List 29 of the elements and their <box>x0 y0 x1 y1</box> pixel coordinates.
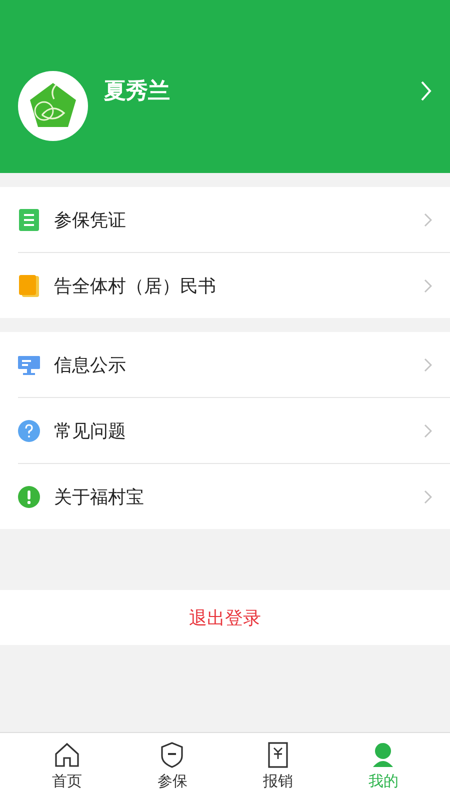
user-name: 夏秀兰 <box>104 78 171 106</box>
chevron-right-icon <box>424 212 432 226</box>
menu-item[interactable]: 常见问题 <box>18 397 450 463</box>
fish-house-logo-icon <box>18 71 88 141</box>
monitor-icon <box>18 354 40 376</box>
tab-item[interactable]: 参保 <box>132 733 212 800</box>
tab-item[interactable]: 报销 <box>238 733 318 800</box>
book-icon <box>18 274 40 296</box>
chevron-right-icon <box>420 80 432 102</box>
tab-item[interactable]: 首页 <box>26 733 107 800</box>
menu-label: 告全体村（居）民书 <box>54 274 217 298</box>
chevron-right-icon <box>424 358 432 372</box>
chevron-right-icon <box>424 490 432 504</box>
menu-label: 常见问题 <box>54 420 127 442</box>
help-icon <box>18 420 40 442</box>
document-icon <box>18 208 40 230</box>
menu-label: 参保凭证 <box>54 208 127 232</box>
menu-label: 关于福村宝 <box>54 486 145 508</box>
menu-item[interactable]: 参保凭证 <box>0 187 450 252</box>
exclamation-icon <box>18 486 40 508</box>
logout-button[interactable]: 退出登录 <box>0 590 450 645</box>
home-icon <box>54 742 80 768</box>
chevron-right-icon <box>424 278 432 292</box>
chevron-right-icon <box>424 424 432 438</box>
menu-label: 信息公示 <box>54 354 127 376</box>
menu-item[interactable]: 关于福村宝 <box>18 463 450 529</box>
menu-item[interactable]: 告全体村（居）民书 <box>18 252 450 318</box>
shield-icon <box>159 742 186 768</box>
menu-item[interactable]: 信息公示 <box>0 332 450 397</box>
